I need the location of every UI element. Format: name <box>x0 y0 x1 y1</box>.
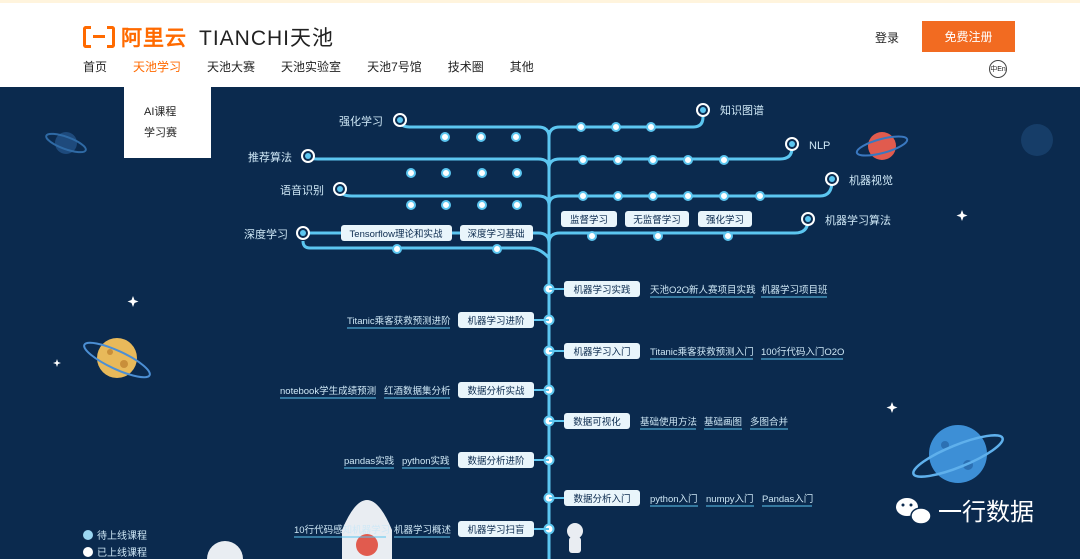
nav-learning[interactable]: 天池学习 <box>133 58 181 75</box>
nav-lab[interactable]: 天池实验室 <box>281 58 341 75</box>
course-link[interactable]: 100行代码入门O2O <box>761 346 844 358</box>
dropdown-learning-contest[interactable]: 学习赛 <box>144 124 177 140</box>
nav-tech-circle[interactable]: 技术圈 <box>448 58 484 75</box>
stage-label: 数据分析实战 <box>467 385 525 397</box>
learning-dropdown: AI课程 学习赛 <box>124 87 211 158</box>
stage-label: 数据分析入门 <box>573 493 630 505</box>
stage-label: 机器学习入门 <box>573 346 630 358</box>
chip-supervised: 监督学习 <box>570 214 608 226</box>
branch-label-nlp[interactable]: NLP <box>809 140 830 152</box>
astronaut-icon <box>567 523 583 553</box>
brand-logo[interactable]: 阿里云 TIANCHI天池 <box>83 23 334 51</box>
course-link[interactable]: notebook学生成绩预测 <box>280 385 376 397</box>
course-link[interactable]: Pandas入门 <box>762 493 813 505</box>
brand-en: TIANCHI天池 <box>199 27 334 50</box>
nav-hall7[interactable]: 天池7号馆 <box>367 58 422 75</box>
course-link[interactable]: 红酒数据集分析 <box>384 385 451 397</box>
dropdown-ai-course[interactable]: AI课程 <box>144 103 176 119</box>
branch-label-reinforcement[interactable]: 强化学习 <box>339 114 383 128</box>
course-link[interactable]: 机器学习概述 <box>394 524 452 536</box>
branch-label-knowledge-graph[interactable]: 知识图谱 <box>720 103 764 117</box>
nav-competition[interactable]: 天池大赛 <box>207 58 255 75</box>
planet-navy-icon <box>1021 124 1053 156</box>
course-link[interactable]: 多图合并 <box>750 416 789 428</box>
main-nav: 首页 天池学习 天池大赛 天池实验室 天池7号馆 技术圈 其他 <box>83 58 560 75</box>
planet-blue-big-icon <box>912 425 1004 483</box>
course-link[interactable]: pandas实践 <box>344 455 395 467</box>
course-link[interactable]: python实践 <box>402 455 450 467</box>
wechat-icon <box>896 498 932 525</box>
course-link[interactable]: Titanic乘客获救预测进阶 <box>347 315 451 327</box>
register-button[interactable]: 免费注册 <box>922 21 1015 52</box>
stage-label: 数据分析进阶 <box>467 455 525 467</box>
course-link[interactable]: 基础使用方法 <box>640 416 697 428</box>
planet-blue-small-icon <box>45 132 87 154</box>
watermark: 一行数据 <box>896 498 1034 526</box>
branch-label-vision[interactable]: 机器视觉 <box>849 173 893 187</box>
branch-label-recommend[interactable]: 推荐算法 <box>248 150 292 164</box>
brand-cn: 阿里云 <box>121 27 187 50</box>
course-link[interactable]: 机器学习项目班 <box>761 284 828 296</box>
legend-pending: 待上线课程 <box>97 529 147 542</box>
legend-online: 已上线课程 <box>97 546 147 559</box>
moon-icon <box>207 541 243 559</box>
branch-label-speech[interactable]: 语音识别 <box>280 183 324 197</box>
planet-yellow-icon <box>83 338 151 379</box>
legend-online-dot <box>83 547 93 557</box>
chip-unsupervised: 无监督学习 <box>633 214 681 226</box>
nav-home[interactable]: 首页 <box>83 58 107 75</box>
trunk-rows: 机器学习实践 天池O2O新人赛项目实践 机器学习项目班机器学习进阶 Titanic乘客… <box>280 281 844 538</box>
chip-reinforcement: 强化学习 <box>706 214 744 226</box>
course-link[interactable]: 天池O2O新人赛项目实践 <box>650 284 756 296</box>
stage-label: 数据可视化 <box>573 416 621 428</box>
stage-label: 机器学习进阶 <box>467 315 525 327</box>
stage-label: 机器学习扫盲 <box>467 524 524 536</box>
stage-label: 机器学习实践 <box>573 284 631 296</box>
branch-label-deep-learning[interactable]: 深度学习 <box>244 227 288 241</box>
course-link[interactable]: Titanic乘客获救预测入门 <box>650 346 754 358</box>
login-link[interactable]: 登录 <box>875 29 899 46</box>
chip-tensorflow: Tensorflow理论和实战 <box>350 228 443 240</box>
planet-red-icon <box>855 132 909 160</box>
course-link[interactable]: numpy入门 <box>706 493 754 505</box>
watermark-text: 一行数据 <box>938 499 1034 526</box>
course-link[interactable]: 基础画图 <box>704 416 742 428</box>
course-link[interactable]: python入门 <box>650 493 698 505</box>
branch-label-ml-algorithm[interactable]: 机器学习算法 <box>825 213 891 227</box>
nav-other[interactable]: 其他 <box>510 58 534 75</box>
language-switch-icon[interactable]: 中En <box>989 60 1007 78</box>
legend: 待上线课程 已上线课程 <box>83 529 147 559</box>
legend-pending-dot <box>83 530 93 540</box>
aliyun-logo-icon <box>83 26 115 48</box>
course-link[interactable]: 10行代码感知机器学习 <box>294 524 390 536</box>
chip-dl-basics: 深度学习基础 <box>467 228 524 240</box>
